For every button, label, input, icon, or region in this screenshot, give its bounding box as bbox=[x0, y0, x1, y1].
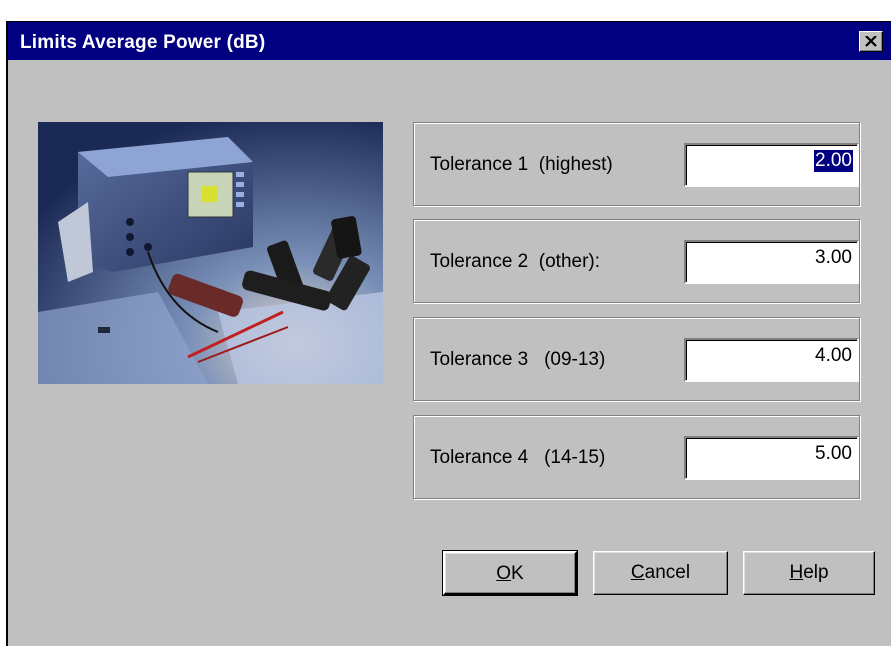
help-button[interactable]: Help bbox=[743, 551, 875, 595]
tolerance-2-input[interactable]: 3.00 bbox=[684, 240, 859, 284]
tolerance-3-label: Tolerance 3 (09-13) bbox=[430, 349, 606, 370]
tolerance-1-input[interactable]: 2.00 bbox=[684, 143, 859, 187]
help-mnemonic: H bbox=[789, 562, 804, 583]
close-button[interactable] bbox=[859, 31, 883, 52]
cancel-mnemonic: C bbox=[630, 562, 645, 583]
ok-button[interactable]: OK bbox=[442, 550, 578, 596]
tolerance-4-label: Tolerance 4 (14-15) bbox=[430, 447, 606, 468]
help-label: elp bbox=[803, 562, 829, 583]
tolerance-4-input[interactable]: 5.00 bbox=[684, 436, 859, 480]
limits-dialog: Limits Average Power (dB) Tolerance 1 (h… bbox=[6, 21, 891, 646]
tolerance-4-group: Tolerance 4 (14-15) 5.00 bbox=[413, 415, 860, 499]
cancel-button[interactable]: Cancel bbox=[593, 551, 728, 595]
tolerance-1-value: 2.00 bbox=[814, 150, 853, 172]
product-photo bbox=[38, 122, 383, 384]
ok-mnemonic: O bbox=[496, 563, 512, 584]
tolerance-3-value: 4.00 bbox=[815, 345, 852, 366]
tolerance-3-group: Tolerance 3 (09-13) 4.00 bbox=[413, 317, 860, 401]
tolerance-2-value: 3.00 bbox=[815, 247, 852, 268]
tolerance-2-label: Tolerance 2 (other): bbox=[430, 251, 601, 272]
close-icon bbox=[865, 36, 877, 47]
tolerance-3-input[interactable]: 4.00 bbox=[684, 338, 859, 382]
window-title: Limits Average Power (dB) bbox=[20, 32, 266, 53]
tolerance-4-value: 5.00 bbox=[815, 443, 852, 464]
tolerance-1-group: Tolerance 1 (highest) 2.00 bbox=[413, 122, 860, 206]
tolerance-2-group: Tolerance 2 (other): 3.00 bbox=[413, 219, 860, 303]
title-bar[interactable]: Limits Average Power (dB) bbox=[8, 22, 891, 60]
ok-label: K bbox=[511, 563, 524, 584]
tolerance-1-label: Tolerance 1 (highest) bbox=[430, 154, 613, 175]
cancel-label: ancel bbox=[644, 562, 691, 583]
